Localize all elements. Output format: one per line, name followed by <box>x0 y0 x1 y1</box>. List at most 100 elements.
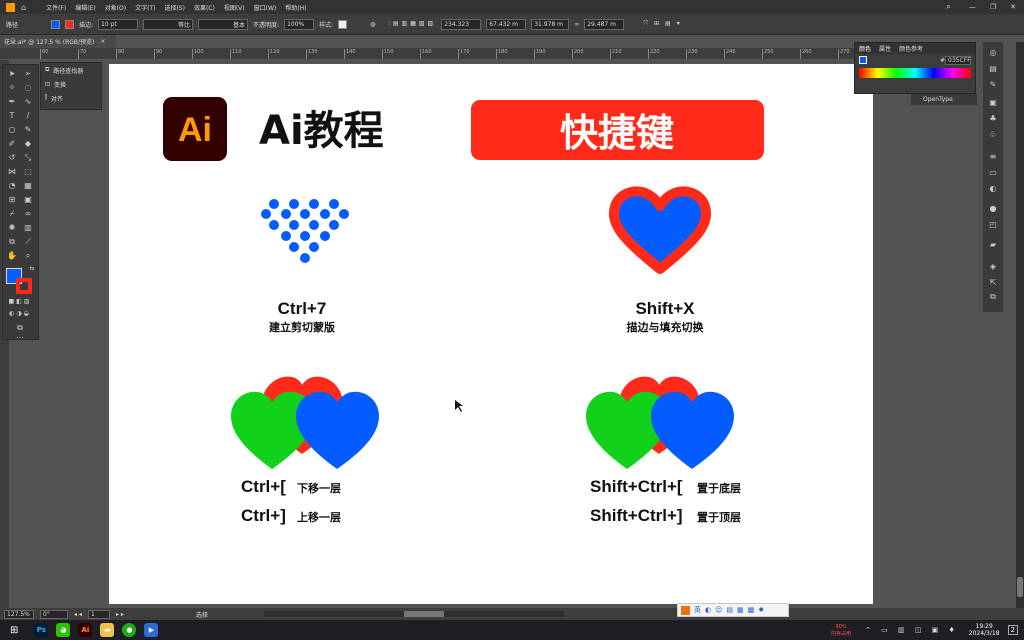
eraser-tool-icon[interactable]: ◆ <box>23 139 33 149</box>
document-tab[interactable]: 花朵.ai* @ 127.5 % (RGB/预览) × <box>0 35 116 48</box>
symbols-panel-icon[interactable]: ♣ <box>988 114 998 124</box>
artboard-nav-next-icons[interactable]: ▸ ▸ <box>116 611 124 618</box>
ai-app-icon[interactable] <box>6 2 15 12</box>
graphic-styles-panel-icon[interactable]: ♧ <box>988 130 998 140</box>
windows-start-icon[interactable]: ⊞ <box>10 625 18 636</box>
menu-select[interactable]: 选择(S) <box>164 3 185 12</box>
fill-stroke-mini-icon[interactable] <box>859 56 867 64</box>
swatches-panel-icon[interactable]: ▤ <box>988 64 998 74</box>
paintbrush-tool-icon[interactable]: ✎ <box>23 125 33 135</box>
blend-tool-icon[interactable]: ∞ <box>23 209 33 219</box>
w-input[interactable]: 31.978 m <box>531 18 570 30</box>
transform-icons[interactable]: ⤧⊞▤▾ <box>643 20 686 28</box>
width-tool-icon[interactable]: ⋈ <box>7 167 17 177</box>
ime-tools-icon[interactable]: ✹ <box>758 606 764 614</box>
swap-colors-icon[interactable]: ⇆ <box>27 264 37 274</box>
tab-close-icon[interactable]: × <box>100 38 105 45</box>
y-input[interactable]: 67.432 m <box>486 18 527 30</box>
search-icon[interactable]: ⌕ <box>946 2 950 12</box>
libraries-panel-icon[interactable]: ▣ <box>988 98 998 108</box>
magic-wand-tool-icon[interactable]: ✧ <box>7 83 17 93</box>
align-panel-item[interactable]: ⫿ 对齐 <box>41 91 101 105</box>
notification-icon[interactable]: 2 <box>1007 625 1018 635</box>
gradient-tool-icon[interactable]: ▣ <box>23 195 33 205</box>
shaper-tool-icon[interactable]: ✐ <box>7 139 17 149</box>
clock[interactable]: 19:29 2024/3/18 <box>969 623 1000 637</box>
menu-help[interactable]: 帮助(H) <box>285 3 306 12</box>
drawing-mode-icons[interactable]: ◐◑◒ <box>5 309 35 319</box>
color-panel-icon[interactable]: ● <box>988 204 998 214</box>
color-mode-icons[interactable]: ■◧▨ <box>5 297 35 307</box>
transform-panel-item[interactable]: ⊡ 变换 <box>41 77 101 91</box>
stroke-color-icon[interactable] <box>16 278 32 294</box>
graph-tool-icon[interactable]: ▥ <box>23 223 33 233</box>
menu-edit[interactable]: 编辑(E) <box>75 3 95 12</box>
ime-emoji-icon[interactable]: ☺ <box>715 606 722 614</box>
memory-widget[interactable]: 90% 内存占用 <box>831 624 851 637</box>
style-swatch[interactable] <box>338 19 348 29</box>
gradient-panel-icon[interactable]: ▭ <box>988 168 998 178</box>
vertical-scrollbar[interactable] <box>1016 42 1024 608</box>
rotate-tool-icon[interactable]: ↺ <box>7 153 17 163</box>
pathfinder-panel-item[interactable]: ⧉ 路径查找器 <box>41 63 101 77</box>
ellipse-tool-icon[interactable]: ○ <box>7 125 17 135</box>
variable-width-select[interactable]: 等比 <box>143 18 194 30</box>
transparency-panel-icon[interactable]: ◐ <box>988 184 998 194</box>
shape-builder-tool-icon[interactable]: ◔ <box>7 181 17 191</box>
hand-tool-icon[interactable]: ✋ <box>7 251 17 261</box>
wechat-taskbar-icon[interactable]: ◕ <box>56 623 71 637</box>
link-icon[interactable]: ∞ <box>574 21 579 28</box>
stroke-weight-input[interactable]: 10 pt <box>98 18 139 30</box>
file-explorer-taskbar-icon[interactable]: ▬ <box>100 623 115 637</box>
ime-lang-label[interactable]: 英 <box>694 605 701 615</box>
opacity-input[interactable]: 100% <box>284 18 315 30</box>
opentype-panel-label[interactable]: OpenType <box>911 94 977 105</box>
recolor-icon[interactable]: ◍ <box>370 21 375 28</box>
menu-file[interactable]: 文件(F) <box>46 3 66 12</box>
free-transform-tool-icon[interactable]: ⬚ <box>23 167 33 177</box>
ime-voice-icon[interactable]: ▦ <box>737 606 744 614</box>
menu-effect[interactable]: 效果(C) <box>194 3 215 12</box>
appearance-panel-icon[interactable]: ◎ <box>988 48 998 58</box>
menu-view[interactable]: 视图(V) <box>224 3 245 12</box>
video-app-taskbar-icon[interactable]: ▶ <box>144 623 159 637</box>
fill-swatch[interactable] <box>51 19 61 29</box>
perspective-grid-tool-icon[interactable]: ▦ <box>23 181 33 191</box>
scrollbar-thumb[interactable] <box>1017 577 1023 597</box>
more-tools-icon[interactable]: … <box>15 331 25 341</box>
line-tool-icon[interactable]: / <box>23 111 33 121</box>
mesh-tool-icon[interactable]: ⊞ <box>7 195 17 205</box>
ime-skin-icon[interactable]: ▩ <box>748 606 755 614</box>
zoom-select[interactable]: 127.5% <box>4 609 34 619</box>
layers-panel-icon[interactable]: ◈ <box>988 262 998 272</box>
comments-panel-icon[interactable]: ▰ <box>988 240 998 250</box>
home-icon[interactable]: ⌂ <box>21 3 26 12</box>
color-spectrum[interactable] <box>859 68 971 78</box>
type-tool-icon[interactable]: T <box>7 111 17 121</box>
tab-color[interactable]: 颜色 <box>859 44 871 53</box>
ime-toolbar[interactable]: 英 ◐ ☺ ▤ ▦ ▩ ✹ <box>677 603 789 617</box>
app-green-taskbar-icon[interactable]: ● <box>122 623 137 637</box>
illustrator-taskbar-icon[interactable]: Ai <box>78 623 93 637</box>
pen-tool-icon[interactable]: ✒ <box>7 97 17 107</box>
direct-selection-tool-icon[interactable]: ➢ <box>23 69 33 79</box>
hscroll-thumb[interactable] <box>403 611 444 617</box>
artboards-panel-icon[interactable]: ⧉ <box>988 292 998 302</box>
scale-tool-icon[interactable]: ⤡ <box>23 153 33 163</box>
stroke-panel-icon[interactable]: ≡ <box>988 152 998 162</box>
curvature-tool-icon[interactable]: ∿ <box>23 97 33 107</box>
photoshop-taskbar-icon[interactable]: Ps <box>34 623 49 637</box>
horizontal-scrollbar[interactable] <box>263 611 564 617</box>
close-icon[interactable]: ✕ <box>1010 3 1016 11</box>
export-panel-icon[interactable]: ⇱ <box>988 278 998 288</box>
rotate-select[interactable]: 0° <box>40 609 68 619</box>
brush-select[interactable]: 基本 <box>198 18 249 30</box>
slice-tool-icon[interactable]: ⟋ <box>23 237 33 247</box>
symbol-sprayer-tool-icon[interactable]: ✺ <box>7 223 17 233</box>
ime-punct-icon[interactable]: ◐ <box>705 606 711 614</box>
artboard[interactable]: Ai Ai教程 快捷键 Ctrl+7 建立剪切蒙版 Shift+X 描边与填充切… <box>109 64 873 604</box>
minimize-icon[interactable]: — <box>969 3 976 11</box>
align-icons[interactable]: ⫶▤▥▦▧▨ <box>388 20 436 28</box>
stroke-swatch[interactable] <box>65 19 75 29</box>
eyedropper-tool-icon[interactable]: ⌿ <box>7 209 17 219</box>
